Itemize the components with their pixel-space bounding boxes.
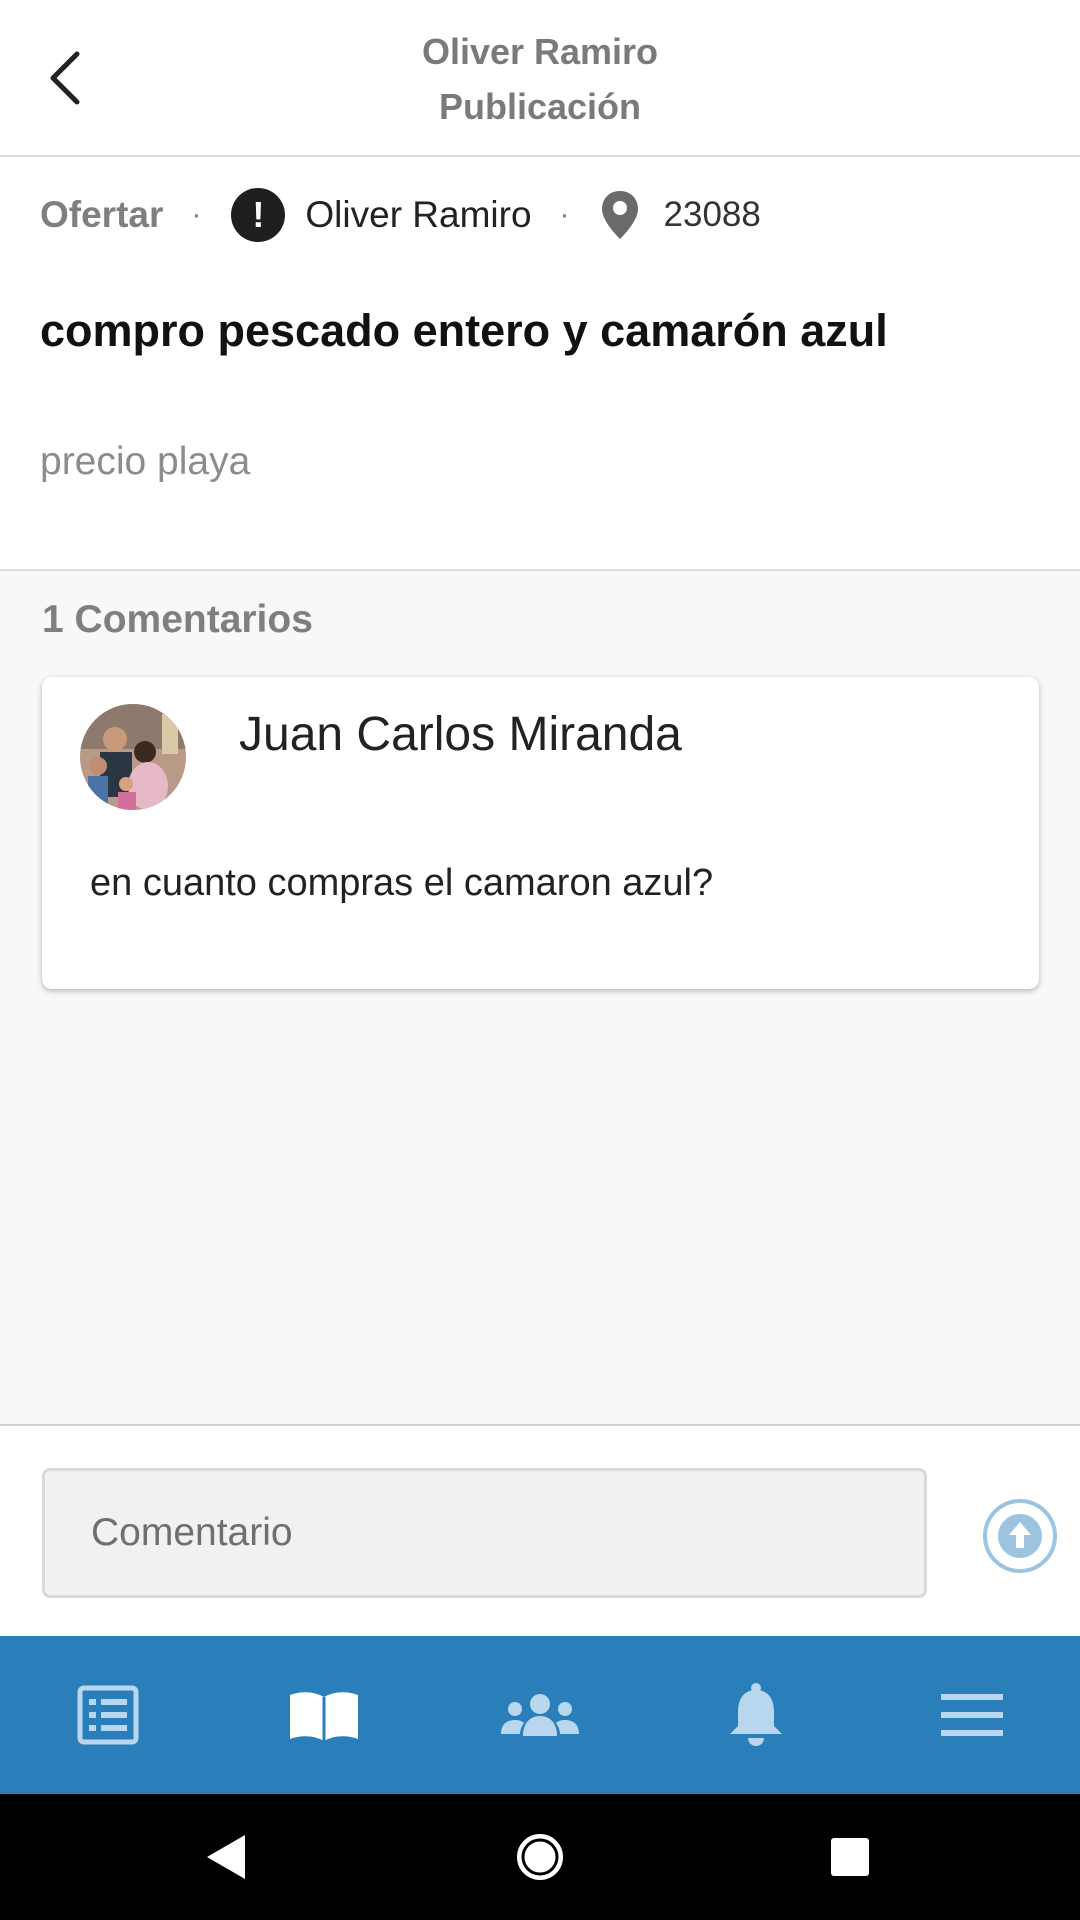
list-icon [77,1685,139,1745]
tab-menu[interactable] [864,1636,1080,1794]
bell-icon [730,1683,782,1746]
location-pin-icon [601,191,638,239]
system-home-button[interactable] [507,1824,573,1890]
back-button[interactable] [30,38,100,118]
book-icon [290,1692,358,1741]
comment-text: en cuanto compras el camaron azul? [90,862,714,904]
post-zip: 23088 [663,195,761,234]
post-meta: Ofertar · ! Oliver Ramiro · 23088 [40,187,761,243]
post-description: precio playa [40,440,251,483]
comment-input[interactable] [42,1468,927,1598]
page-subtitle: Publicación [438,86,642,127]
tab-notifications[interactable] [648,1636,864,1794]
tab-list[interactable] [0,1636,216,1794]
recents-square-icon [831,1838,869,1876]
bottom-tab-bar [0,1636,1080,1794]
comment-compose [0,1424,1080,1636]
system-back-button[interactable] [193,1824,259,1890]
back-triangle-icon [207,1835,245,1879]
post-author[interactable]: Oliver Ramiro [305,194,531,236]
system-recents-button[interactable] [817,1824,883,1890]
post-title: compro pescado entero y camarón azul [40,305,888,356]
send-comment-button[interactable] [982,1498,1058,1574]
comments-count: 1 Comentarios [42,598,313,641]
tab-book[interactable] [216,1636,432,1794]
system-navigation-bar [0,1794,1080,1920]
post-card: Ofertar · ! Oliver Ramiro · 23088 compro… [0,157,1080,571]
users-icon [501,1694,579,1736]
upload-arrow-icon [983,1499,1057,1573]
chevron-left-icon [50,51,80,105]
page-title: Oliver Ramiro [421,31,659,72]
home-circle-icon [517,1834,563,1880]
menu-icon [941,1694,1003,1736]
header-titles: Oliver Ramiro Publicación [200,24,880,134]
avatar[interactable] [80,704,186,810]
meta-separator: · [191,198,202,231]
avatar-photo [80,704,186,810]
app-header: Oliver Ramiro Publicación [0,0,1080,157]
comment-author[interactable]: Juan Carlos Miranda [239,707,682,762]
post-type: Ofertar [40,194,164,235]
comment-card: Juan Carlos Miranda en cuanto compras el… [42,677,1039,989]
meta-separator: · [559,198,570,231]
exclamation-circle-icon: ! [231,188,286,242]
tab-users[interactable] [432,1636,648,1794]
